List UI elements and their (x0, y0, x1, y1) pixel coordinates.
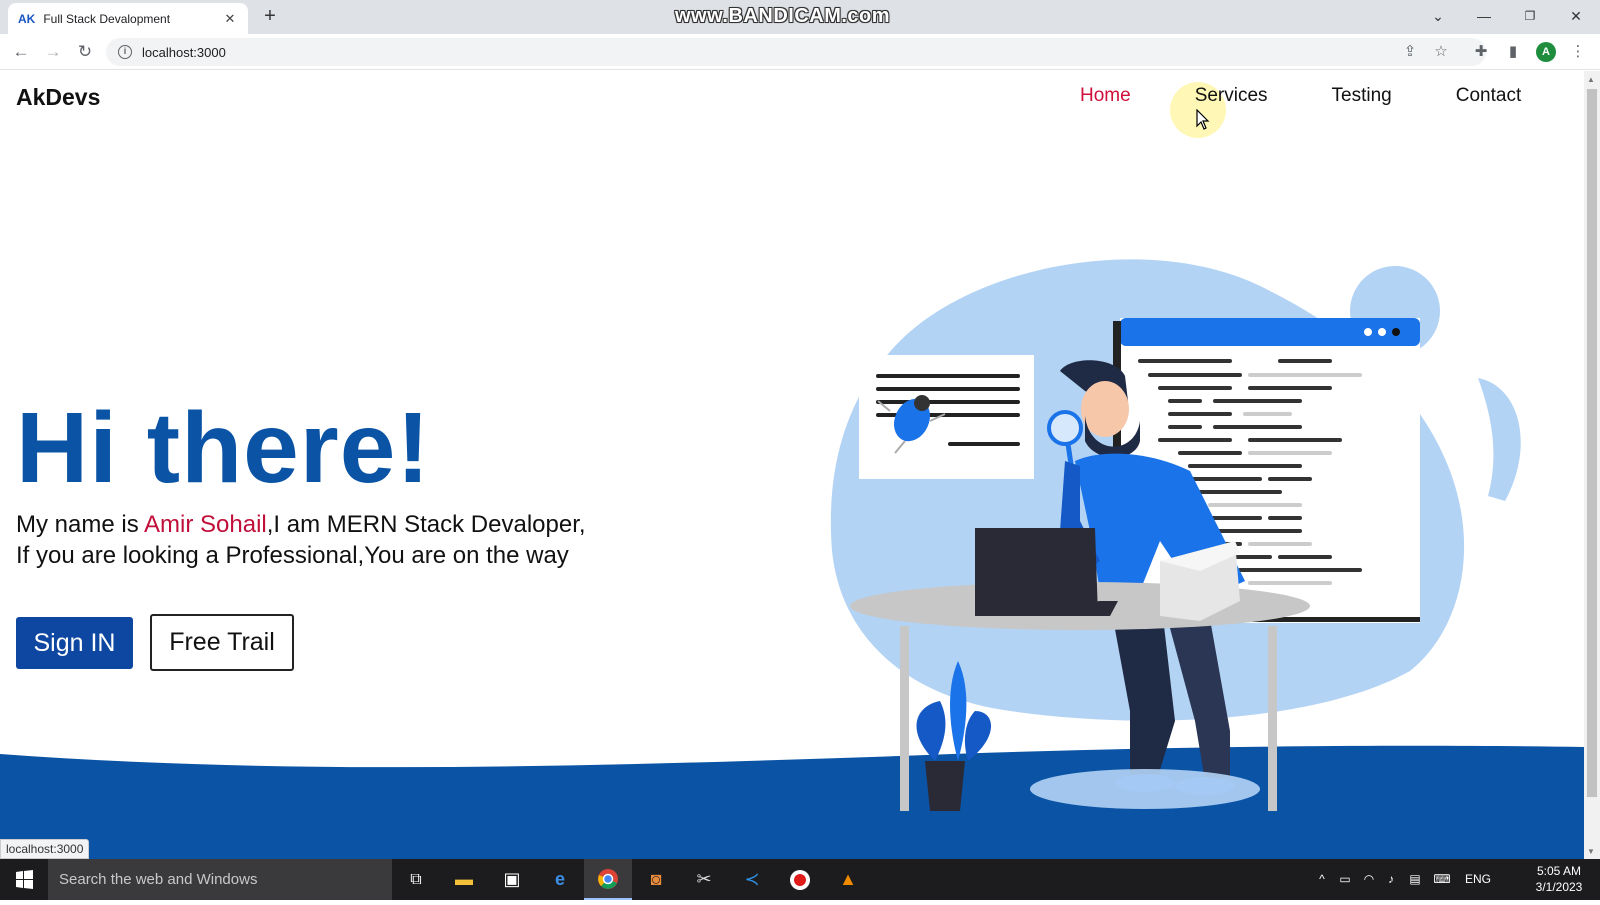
magnifier-icon (1047, 410, 1083, 446)
sign-in-button[interactable]: Sign IN (16, 617, 133, 669)
tab-title: Full Stack Devalopment (43, 11, 171, 26)
forward-icon[interactable]: → (42, 41, 64, 63)
hero-text-prefix: My name is (16, 511, 145, 538)
code-window-header (1120, 318, 1420, 346)
volume-icon[interactable]: ♪ (1382, 859, 1400, 900)
site-logo[interactable]: AkDevs (16, 84, 100, 111)
link-status-tooltip: localhost:3000 (0, 839, 90, 859)
back-icon[interactable]: ← (10, 41, 32, 63)
scroll-down-icon[interactable]: ▼ (1587, 847, 1595, 856)
windows-taskbar: Search the web and Windows ⧉ ▬ ▣ e ◙ ✂ ≺… (0, 859, 1600, 900)
mouse-cursor-icon (1196, 109, 1210, 130)
site-info-icon[interactable]: i (118, 45, 132, 59)
chrome-icon[interactable] (584, 859, 632, 900)
scrollbar-thumb[interactable] (1587, 89, 1597, 797)
extensions-icon[interactable]: ✚ (1471, 42, 1491, 62)
photos-icon[interactable]: ◙ (632, 859, 680, 900)
battery-icon[interactable]: ▭ (1336, 859, 1354, 900)
page-scrollbar[interactable]: ▲ ▼ (1584, 71, 1600, 859)
restore-button[interactable]: ❐ (1520, 6, 1540, 26)
share-icon[interactable]: ⇪ (1400, 42, 1420, 62)
hero-description: My name is Amir Sohail,I am MERN Stack D… (16, 509, 586, 571)
vlc-icon[interactable]: ▲ (824, 859, 872, 900)
clock-date: 3/1/2023 (1535, 880, 1583, 894)
recorder-icon[interactable] (776, 859, 824, 900)
menu-kebab-icon[interactable]: ⋮ (1568, 42, 1588, 62)
recording-watermark: www.BANDICAM.com (675, 5, 891, 27)
nav-home[interactable]: Home (1080, 85, 1131, 107)
new-tab-button[interactable]: + (258, 4, 282, 28)
tab-strip: AK Full Stack Devalopment ✕ + www.BANDIC… (0, 0, 1600, 34)
browser-tab[interactable]: AK Full Stack Devalopment ✕ (8, 3, 248, 34)
bookmark-star-icon[interactable]: ☆ (1431, 42, 1451, 62)
minimize-button[interactable]: — (1474, 6, 1494, 26)
keyboard-icon[interactable]: ⌨ (1430, 859, 1454, 900)
url-text: localhost:3000 (142, 44, 226, 60)
tab-close-icon[interactable]: ✕ (222, 11, 238, 27)
task-view-icon[interactable]: ⧉ (392, 859, 440, 900)
browser-toolbar: ← → ↻ i localhost:3000 ⇪ ☆ ✚ ▮ A ⋮ (0, 34, 1600, 70)
edge-icon[interactable]: e (536, 859, 584, 900)
hero-title: Hi there! (16, 392, 431, 504)
tab-search-icon[interactable]: ⌄ (1428, 6, 1448, 26)
main-nav: Home Services Testing Contact (1080, 85, 1521, 107)
file-explorer-icon[interactable]: ▬ (440, 859, 488, 900)
hero-text-line2: If you are looking a Professional,You ar… (16, 542, 569, 569)
hero-author-name: Amir Sohail (144, 511, 267, 538)
record-button-icon (790, 869, 810, 890)
tray-expand-icon[interactable]: ^ (1314, 859, 1330, 900)
start-button[interactable] (0, 859, 48, 900)
profile-avatar[interactable]: A (1536, 42, 1556, 62)
windows-logo-icon (16, 870, 33, 889)
footer-wave (0, 745, 1584, 859)
side-panel-icon[interactable]: ▮ (1503, 42, 1523, 62)
network-icon[interactable]: ◠ (1360, 859, 1378, 900)
address-bar[interactable]: i localhost:3000 (106, 38, 1486, 66)
scroll-up-icon[interactable]: ▲ (1587, 75, 1595, 84)
hero-text-suffix: ,I am MERN Stack Devaloper, (266, 511, 586, 538)
chrome-logo-icon (598, 868, 618, 889)
laptop (975, 528, 1098, 616)
clock-time: 5:05 AM (1536, 864, 1582, 878)
reload-icon[interactable]: ↻ (74, 41, 96, 63)
nav-testing[interactable]: Testing (1332, 85, 1392, 107)
nav-contact[interactable]: Contact (1456, 85, 1521, 107)
language-indicator[interactable]: ENG (1462, 859, 1494, 900)
leaf-shape (1478, 378, 1521, 501)
taskbar-clock[interactable]: 5:05 AM 3/1/2023 (1528, 863, 1590, 895)
notifications-icon[interactable]: ▤ (1406, 859, 1424, 900)
close-window-button[interactable]: ✕ (1566, 6, 1586, 26)
taskbar-search[interactable]: Search the web and Windows (48, 859, 392, 900)
nav-services[interactable]: Services (1195, 85, 1268, 107)
tab-favicon: AK (18, 11, 36, 26)
snipping-icon[interactable]: ✂ (680, 859, 728, 900)
free-trial-button[interactable]: Free Trail (150, 614, 294, 671)
page-viewport: AkDevs Home Services Testing Contact Hi … (0, 71, 1584, 859)
vscode-icon[interactable]: ≺ (728, 859, 776, 900)
store-icon[interactable]: ▣ (488, 859, 536, 900)
